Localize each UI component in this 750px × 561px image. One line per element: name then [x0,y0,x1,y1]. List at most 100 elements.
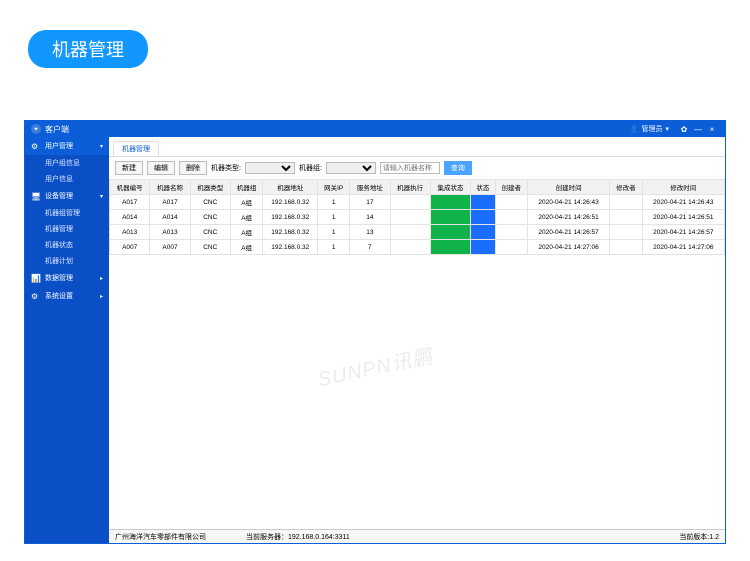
table-row[interactable]: A013A013CNCA组192.168.0.321132020-04-21 1… [110,225,725,240]
table-cell: A007 [110,240,150,255]
main-panel: 机器管理 新建 编辑 删除 机器类型: 机器组: 查询 机器编号机器名称机器类型… [109,137,725,543]
table-cell [390,210,430,225]
status-cell [471,240,495,255]
status-cell [471,210,495,225]
chevron-icon: ▾ [100,193,103,200]
chevron-icon: ▾ [100,143,103,150]
table-cell: 2020-04-21 14:26:57 [642,225,724,240]
statusbar: 广州海洋汽车零部件有限公司 当前服务器：192.168.0.164:3311 当… [109,529,725,543]
sidebar-group-label: 用户管理 [45,141,73,151]
table-cell: 17 [350,195,390,210]
machine-type-select[interactable] [245,162,295,174]
table-cell: 192.168.0.32 [263,240,318,255]
new-button[interactable]: 新建 [115,161,143,175]
table-header-cell[interactable]: 机器类型 [190,180,230,195]
table-header-cell[interactable]: 机器名称 [150,180,190,195]
table-cell: 2020-04-21 14:26:51 [527,210,609,225]
chevron-icon: ▸ [100,293,103,300]
machine-type-label: 机器类型: [211,163,241,173]
table-row[interactable]: A007A007CNCA组192.168.0.32172020-04-21 14… [110,240,725,255]
sidebar-group[interactable]: ⚙ 用户管理 ▾ [25,137,109,155]
table-cell [610,225,642,240]
table-cell [495,195,527,210]
machine-group-select[interactable] [326,162,376,174]
sidebar-group[interactable]: 📊数据管理▸ [25,269,109,287]
table-cell: 14 [350,210,390,225]
table-cell: 192.168.0.32 [263,225,318,240]
sidebar-item[interactable]: 机器管理 [25,221,109,237]
sidebar-item[interactable]: 机器状态 [25,237,109,253]
table-header-cell[interactable]: 机器地址 [263,180,318,195]
app-logo-icon: ✦ [31,124,41,134]
table-cell: 13 [350,225,390,240]
sidebar-group-label: 系统设置 [45,291,73,301]
table-cell: 192.168.0.32 [263,195,318,210]
table-header-cell[interactable]: 机器组 [230,180,262,195]
user-menu[interactable]: 👤 管理员 ▾ [630,124,669,134]
table-header-cell[interactable]: 机器编号 [110,180,150,195]
sidebar-group-icon: 🖥 [31,192,41,201]
sidebar-group[interactable]: 🖥 设备管理 ▾ [25,187,109,205]
delete-button[interactable]: 删除 [179,161,207,175]
sidebar-item[interactable]: 用户组信息 [25,155,109,171]
table-header-cell[interactable]: 创建者 [495,180,527,195]
sidebar: ⚙ 用户管理 ▾ 用户组信息用户信息 🖥 设备管理 ▾ 机器组管理机器管理机器状态机器计划📊数… [25,137,109,543]
table-cell [610,195,642,210]
table-cell: A014 [110,210,150,225]
window-title: 客户端 [45,124,69,135]
table-cell: 1 [318,210,350,225]
sidebar-item[interactable]: 机器计划 [25,253,109,269]
table-cell: 2020-04-21 14:26:51 [642,210,724,225]
collect-status-cell [430,240,470,255]
close-button[interactable]: × [705,125,719,134]
table-cell: 7 [350,240,390,255]
table-row[interactable]: A017A017CNCA组192.168.0.321172020-04-21 1… [110,195,725,210]
version-info: 当前版本:1.2 [679,532,719,542]
table-cell [610,240,642,255]
table-cell: 2020-04-21 14:26:43 [527,195,609,210]
table-cell: 1 [318,195,350,210]
table-cell [610,210,642,225]
collect-status-cell [430,225,470,240]
table-row[interactable]: A014A014CNCA组192.168.0.321142020-04-21 1… [110,210,725,225]
table-header-cell[interactable]: 状态 [471,180,495,195]
table-header-cell[interactable]: 网关IP [318,180,350,195]
table-cell: CNC [190,195,230,210]
table-header-cell[interactable]: 机器执行 [390,180,430,195]
table-cell: A007 [150,240,190,255]
table-cell: A组 [230,195,262,210]
edit-button[interactable]: 编辑 [147,161,175,175]
titlebar: ✦ 客户端 👤 管理员 ▾ ✿ — × [25,121,725,137]
sidebar-group-label: 设备管理 [45,191,73,201]
table-header-cell[interactable]: 集成状态 [430,180,470,195]
tab-machine-management[interactable]: 机器管理 [113,141,159,156]
table-cell: 1 [318,240,350,255]
table-cell [390,195,430,210]
sidebar-group[interactable]: ⚙系统设置▸ [25,287,109,305]
collect-status-cell [430,195,470,210]
sidebar-group-icon: ⚙ [31,142,41,151]
settings-button[interactable]: ✿ [677,125,691,134]
table-cell: A017 [110,195,150,210]
table-cell: A014 [150,210,190,225]
user-icon: 👤 [630,125,639,133]
search-button[interactable]: 查询 [444,161,472,175]
search-input[interactable] [380,162,440,174]
table-header-cell[interactable]: 修改时间 [642,180,724,195]
table-cell: A组 [230,240,262,255]
table-header-cell[interactable]: 修改者 [610,180,642,195]
sidebar-item[interactable]: 机器组管理 [25,205,109,221]
user-label: 管理员 [641,124,662,134]
minimize-button[interactable]: — [691,125,705,134]
toolbar: 新建 编辑 删除 机器类型: 机器组: 查询 [109,157,725,179]
table-cell: 2020-04-21 14:26:57 [527,225,609,240]
sidebar-item[interactable]: 用户信息 [25,171,109,187]
table-header-cell[interactable]: 创建时间 [527,180,609,195]
chevron-down-icon: ▾ [665,125,669,133]
machine-group-label: 机器组: [299,163,322,173]
table-cell: 2020-04-21 14:27:06 [642,240,724,255]
page-badge: 机器管理 [28,30,148,68]
table-cell: CNC [190,240,230,255]
table-header-cell[interactable]: 服务地址 [350,180,390,195]
table-cell: A013 [150,225,190,240]
